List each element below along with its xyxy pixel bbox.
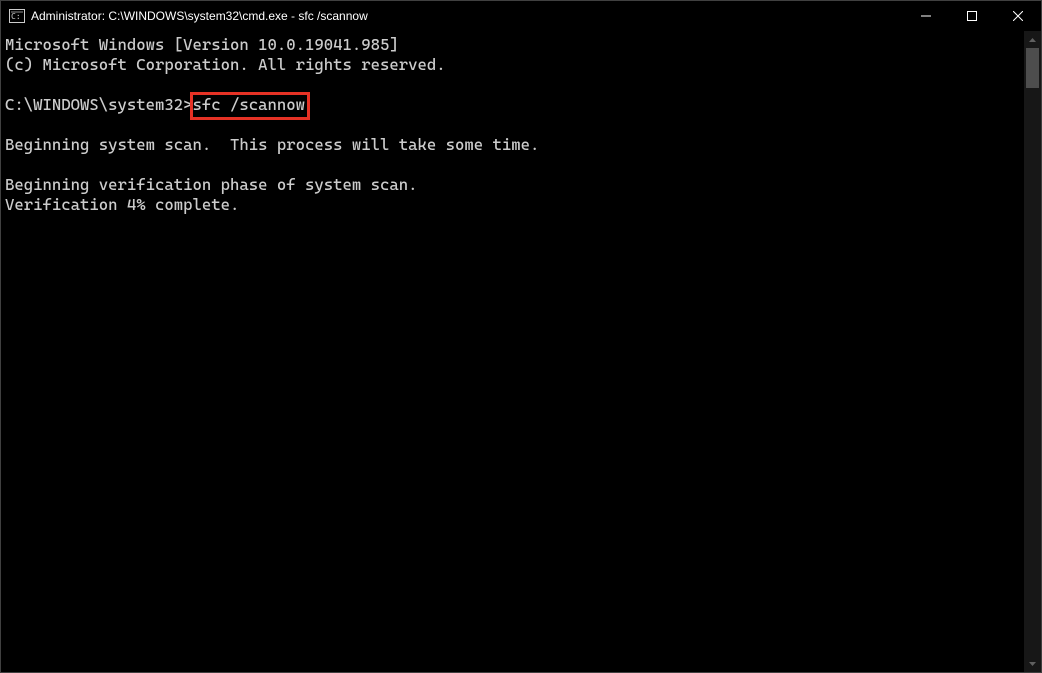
command-highlight: sfc /scannow bbox=[190, 92, 311, 120]
cmd-icon: C: bbox=[9, 8, 25, 24]
titlebar[interactable]: C: Administrator: C:\WINDOWS\system32\cm… bbox=[1, 1, 1041, 31]
maximize-button[interactable] bbox=[949, 1, 995, 31]
vertical-scrollbar[interactable] bbox=[1024, 31, 1041, 672]
prompt: C:\WINDOWS\system32> bbox=[5, 95, 193, 114]
output-line: Beginning verification phase of system s… bbox=[5, 175, 418, 194]
cmd-window: C: Administrator: C:\WINDOWS\system32\cm… bbox=[0, 0, 1042, 673]
close-button[interactable] bbox=[995, 1, 1041, 31]
terminal-area[interactable]: Microsoft Windows [Version 10.0.19041.98… bbox=[1, 31, 1024, 672]
minimize-button[interactable] bbox=[903, 1, 949, 31]
output-line: (c) Microsoft Corporation. All rights re… bbox=[5, 55, 446, 74]
window-title: Administrator: C:\WINDOWS\system32\cmd.e… bbox=[31, 9, 368, 23]
output-line: Microsoft Windows [Version 10.0.19041.98… bbox=[5, 35, 399, 54]
output-line: Beginning system scan. This process will… bbox=[5, 135, 539, 154]
window-controls bbox=[903, 1, 1041, 31]
scroll-down-button[interactable] bbox=[1024, 655, 1041, 672]
scroll-up-button[interactable] bbox=[1024, 31, 1041, 48]
scroll-thumb[interactable] bbox=[1026, 48, 1039, 88]
svg-text:C:: C: bbox=[11, 12, 21, 21]
typed-command: sfc /scannow bbox=[193, 95, 306, 114]
output-line: Verification 4% complete. bbox=[5, 195, 239, 214]
